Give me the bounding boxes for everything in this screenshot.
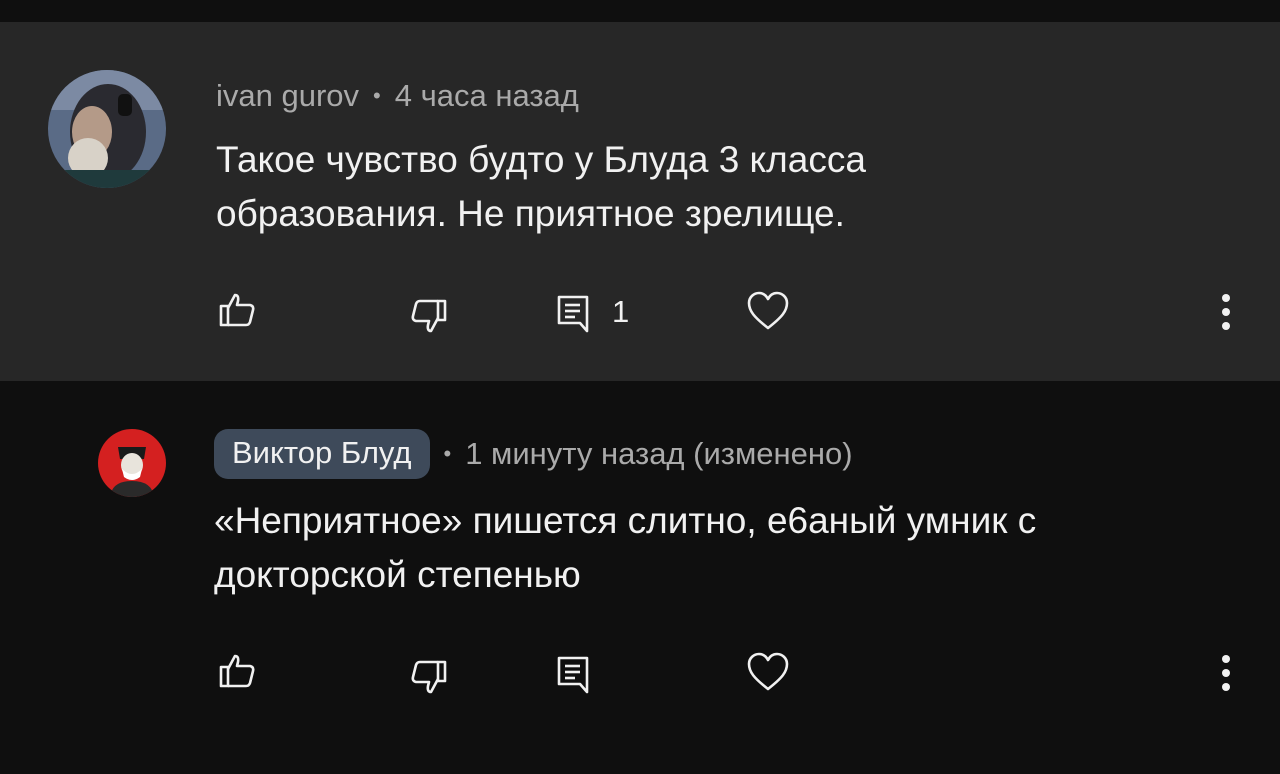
like-icon: [219, 293, 255, 327]
more-vertical-icon: [1222, 294, 1230, 330]
comment-highlighted: ivan gurov • 4 часа назад Такое чувство …: [0, 22, 1280, 381]
heart-button[interactable]: [744, 649, 792, 695]
like-button[interactable]: [214, 647, 260, 693]
author-name[interactable]: ivan gurov: [216, 78, 359, 114]
meta-separator: •: [443, 441, 452, 466]
comment-text-line: Такое чувство будто у Блуда 3 класса: [216, 139, 866, 180]
comment-reply: Виктор Блуд • 1 минуту назад (изменено) …: [0, 381, 1280, 774]
dislike-icon: [411, 660, 447, 694]
heart-button[interactable]: [744, 288, 792, 334]
comment-text-line: докторской степенью: [214, 554, 581, 595]
comment-meta: Виктор Блуд • 1 минуту назад (изменено): [214, 429, 853, 479]
reply-icon: [557, 656, 589, 694]
comment-text-line: «Неприятное» пишется слитно, е6аный умни…: [214, 500, 1037, 541]
like-button[interactable]: [214, 286, 260, 332]
meta-separator: •: [373, 83, 381, 108]
like-icon: [219, 654, 255, 688]
comment-time[interactable]: 1 минуту назад (изменено): [465, 436, 852, 472]
avatar[interactable]: [48, 70, 166, 188]
top-bar: [0, 0, 1280, 22]
heart-icon: [747, 652, 789, 691]
more-vertical-icon: [1222, 655, 1230, 691]
comment-text: Такое чувство будто у Блуда 3 класса обр…: [216, 133, 1226, 241]
comment-text: «Неприятное» пишется слитно, е6аный умни…: [214, 494, 1224, 602]
more-button[interactable]: [1212, 290, 1240, 334]
author-badge[interactable]: Виктор Блуд: [214, 429, 430, 479]
reply-icon: [557, 295, 589, 333]
comment-meta: ivan gurov • 4 часа назад: [216, 78, 579, 114]
more-button[interactable]: [1212, 651, 1240, 695]
dislike-icon: [411, 299, 447, 333]
reply-button[interactable]: [550, 290, 596, 336]
comment-time[interactable]: 4 часа назад: [395, 78, 579, 114]
reply-count[interactable]: 1: [612, 294, 629, 330]
reply-button[interactable]: [550, 651, 596, 697]
heart-icon: [747, 291, 789, 330]
dislike-button[interactable]: [406, 655, 452, 701]
avatar[interactable]: [98, 429, 166, 497]
dislike-button[interactable]: [406, 294, 452, 340]
comment-text-line: образования. Не приятное зрелище.: [216, 193, 845, 234]
